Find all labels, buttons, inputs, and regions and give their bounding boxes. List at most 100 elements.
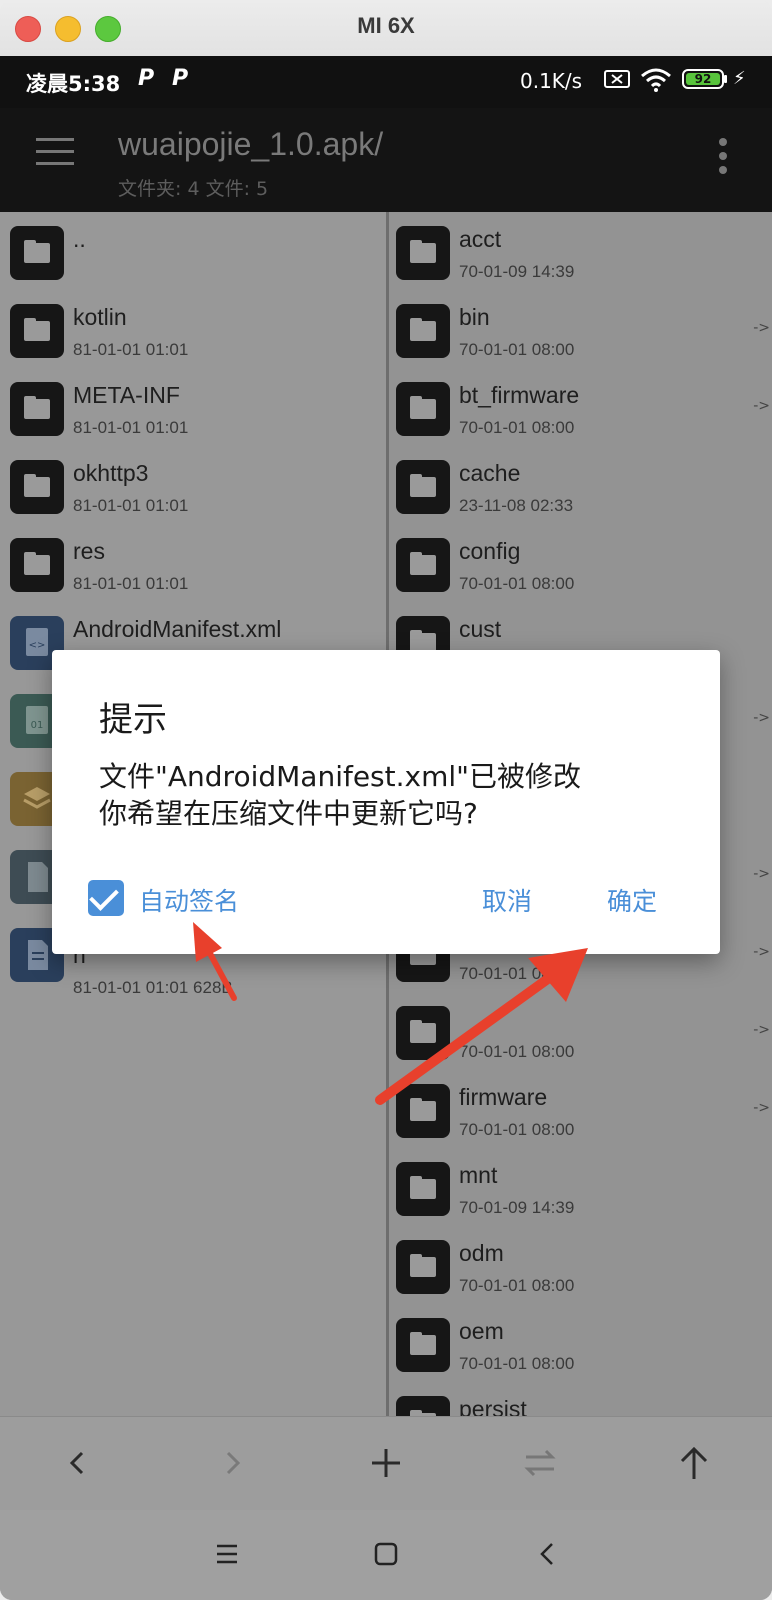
list-item[interactable]: firmware 70-01-01 08:00 -> bbox=[389, 1070, 772, 1148]
file-name: META-INF bbox=[73, 382, 180, 408]
file-date: 70-01-01 08:00 bbox=[459, 1354, 575, 1373]
file-date: 70-01-01 08:00 bbox=[459, 964, 575, 983]
list-item[interactable]: 70-01-01 08:00 -> bbox=[389, 992, 772, 1070]
folder-icon bbox=[396, 1318, 450, 1372]
battery-tip bbox=[724, 75, 727, 83]
file-name: okhttp3 bbox=[73, 460, 149, 486]
file-name: oem bbox=[459, 1318, 504, 1344]
parking-icon-2: P bbox=[172, 66, 189, 91]
back-arrow-button[interactable] bbox=[56, 1441, 100, 1485]
swap-panes-button[interactable] bbox=[518, 1441, 562, 1485]
file-name: config bbox=[459, 538, 521, 564]
file-name: AndroidManifest.xml bbox=[73, 616, 282, 642]
list-item[interactable]: config 70-01-01 08:00 bbox=[389, 524, 772, 602]
auto-sign-checkbox[interactable] bbox=[88, 880, 124, 916]
wifi-icon bbox=[640, 68, 672, 96]
symlink-indicator: -> bbox=[753, 398, 770, 414]
file-date: 23-11-08 02:33 bbox=[459, 496, 574, 515]
phone-screen: 凌晨5:38 P P 0.1K/s 92 ⚡ wuaipojie_1.0.apk… bbox=[0, 56, 772, 1600]
checkmark-icon bbox=[89, 881, 119, 911]
status-bar: 凌晨5:38 P P 0.1K/s 92 ⚡ bbox=[0, 56, 772, 108]
window-title: MI 6X bbox=[357, 13, 415, 38]
folder-icon bbox=[396, 1084, 450, 1138]
auto-sign-label[interactable]: 自动签名 bbox=[139, 882, 239, 918]
list-item[interactable]: bt_firmware 70-01-01 08:00 -> bbox=[389, 368, 772, 446]
file-name: kotlin bbox=[73, 304, 127, 330]
file-date: 81-01-01 01:01 bbox=[73, 574, 189, 593]
file-name: persist bbox=[459, 1396, 527, 1416]
folder-icon bbox=[396, 538, 450, 592]
file-name: .. bbox=[73, 226, 86, 252]
folder-icon bbox=[10, 382, 64, 436]
file-name: bin bbox=[459, 304, 490, 330]
list-item[interactable]: res 81-01-01 01:01 bbox=[0, 524, 386, 602]
file-name: cust bbox=[459, 616, 502, 642]
list-item[interactable]: odm 70-01-01 08:00 bbox=[389, 1226, 772, 1304]
list-item[interactable]: bin 70-01-01 08:00 -> bbox=[389, 290, 772, 368]
dialog-message-line2: 你希望在压缩文件中更新它吗? bbox=[99, 797, 478, 830]
file-date: 70-01-01 08:00 bbox=[459, 418, 575, 437]
list-item[interactable]: acct 70-01-09 14:39 bbox=[389, 212, 772, 290]
system-back-icon[interactable] bbox=[528, 1534, 568, 1574]
svg-text:<>: <> bbox=[29, 640, 46, 651]
dialog-message: 文件"AndroidManifest.xml"已被修改 你希望在压缩文件中更新它… bbox=[99, 758, 699, 832]
bottom-toolbar bbox=[0, 1416, 772, 1511]
file-name: bt_firmware bbox=[459, 382, 580, 408]
file-date: 70-01-01 08:00 bbox=[459, 1276, 575, 1295]
list-item[interactable]: oem 70-01-01 08:00 bbox=[389, 1304, 772, 1382]
window-titlebar: MI 6X bbox=[0, 0, 772, 57]
symlink-indicator: -> bbox=[753, 320, 770, 336]
list-item[interactable]: kotlin 81-01-01 01:01 bbox=[0, 290, 386, 368]
symlink-indicator: -> bbox=[753, 1022, 770, 1038]
system-nav-bar bbox=[0, 1510, 772, 1600]
sim-off-icon bbox=[604, 68, 630, 94]
folder-icon bbox=[10, 460, 64, 514]
symlink-indicator: -> bbox=[753, 866, 770, 882]
file-name: odm bbox=[459, 1240, 504, 1266]
status-time: 凌晨5:38 bbox=[26, 72, 121, 96]
folder-icon bbox=[10, 304, 64, 358]
folder-icon bbox=[396, 1240, 450, 1294]
symlink-indicator: -> bbox=[753, 944, 770, 960]
up-directory-button[interactable] bbox=[672, 1441, 716, 1485]
home-square-icon[interactable] bbox=[366, 1534, 406, 1574]
folder-icon bbox=[396, 1006, 450, 1060]
file-date: 81-01-01 01:01 628B bbox=[73, 978, 233, 997]
list-item[interactable]: .. bbox=[0, 212, 386, 290]
folder-icon bbox=[10, 538, 64, 592]
file-date: 70-01-01 08:00 bbox=[459, 574, 575, 593]
battery-percent: 92 bbox=[694, 72, 712, 86]
file-name: acct bbox=[459, 226, 502, 252]
folder-icon bbox=[396, 304, 450, 358]
current-path-title: wuaipojie_1.0.apk/ bbox=[118, 126, 384, 162]
forward-arrow-button[interactable] bbox=[210, 1441, 254, 1485]
file-name: firmware bbox=[459, 1084, 548, 1110]
network-speed: 0.1K/s bbox=[520, 69, 583, 93]
list-item[interactable]: persist bbox=[389, 1382, 772, 1416]
file-date: 70-01-01 08:00 bbox=[459, 1120, 575, 1139]
list-item[interactable]: cache 23-11-08 02:33 bbox=[389, 446, 772, 524]
update-archive-dialog: 提示 文件"AndroidManifest.xml"已被修改 你希望在压缩文件中… bbox=[52, 650, 720, 954]
list-item[interactable]: META-INF 81-01-01 01:01 bbox=[0, 368, 386, 446]
list-item[interactable]: okhttp3 81-01-01 01:01 bbox=[0, 446, 386, 524]
confirm-button[interactable]: 确定 bbox=[607, 882, 657, 918]
dialog-title: 提示 bbox=[99, 700, 167, 740]
dialog-message-line1: 文件"AndroidManifest.xml"已被修改 bbox=[99, 760, 582, 793]
folder-file-count: 文件夹: 4 文件: 5 bbox=[118, 178, 269, 200]
charging-icon: ⚡ bbox=[733, 68, 746, 89]
cancel-button[interactable]: 取消 bbox=[482, 882, 532, 918]
file-name: cache bbox=[459, 460, 521, 486]
parking-icon: P bbox=[138, 66, 155, 91]
recents-menu-icon[interactable] bbox=[207, 1534, 247, 1574]
file-date: 81-01-01 01:01 bbox=[73, 418, 189, 437]
folder-icon bbox=[10, 226, 64, 280]
file-date: 70-01-09 14:39 bbox=[459, 1198, 575, 1217]
file-date: 81-01-01 01:01 bbox=[73, 496, 189, 515]
file-date: 70-01-01 08:00 bbox=[459, 340, 575, 359]
more-options-icon[interactable] bbox=[719, 138, 727, 174]
list-item[interactable]: mnt 70-01-09 14:39 bbox=[389, 1148, 772, 1226]
file-name: res bbox=[73, 538, 105, 564]
add-button[interactable] bbox=[364, 1441, 408, 1485]
hamburger-menu-icon[interactable] bbox=[36, 138, 74, 168]
file-date: 70-01-09 14:39 bbox=[459, 262, 575, 281]
